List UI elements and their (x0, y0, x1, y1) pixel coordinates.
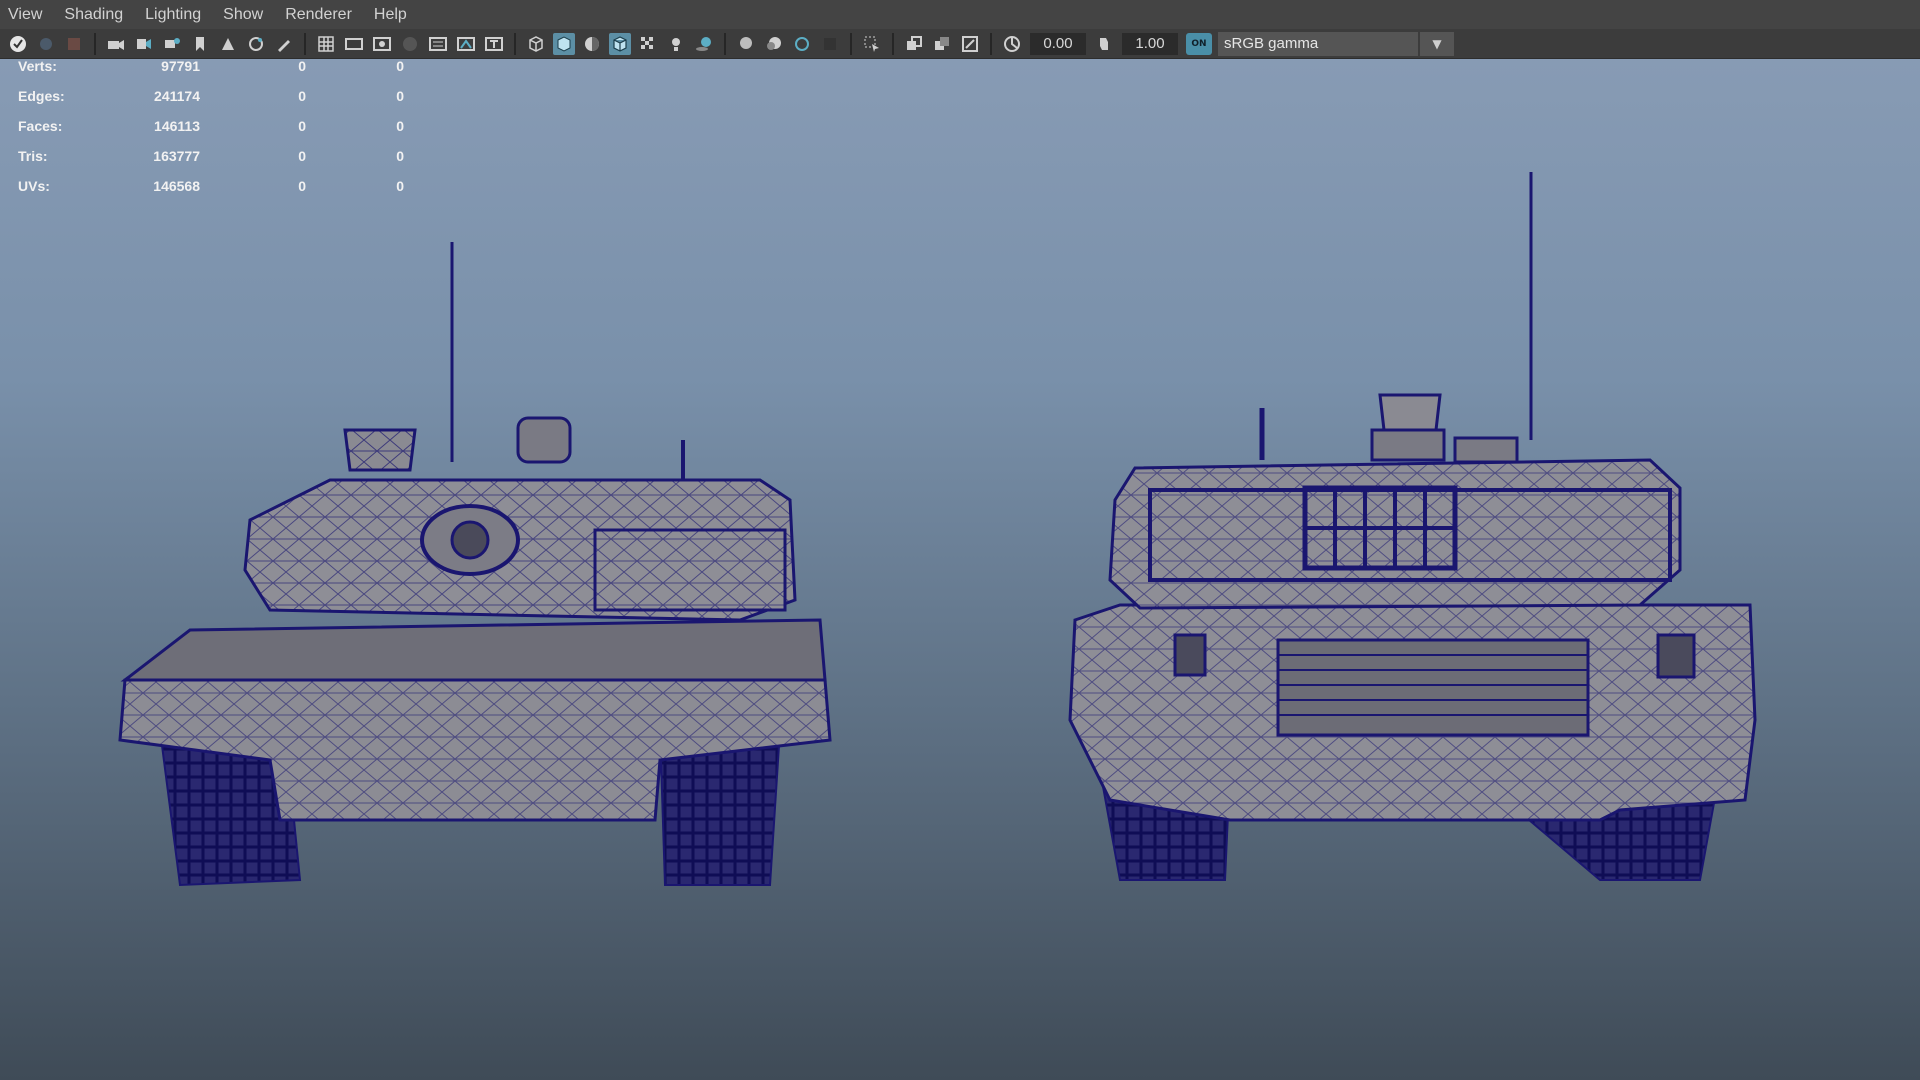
menu-renderer[interactable]: Renderer (285, 6, 352, 24)
tank-model-right[interactable] (1068, 172, 1757, 881)
lock-camera-icon[interactable] (35, 33, 57, 55)
anti-aliasing-icon[interactable] (791, 33, 813, 55)
brush-icon[interactable] (273, 33, 295, 55)
menu-help[interactable]: Help (374, 6, 407, 24)
hud-row: Verts: 97791 0 0 (18, 58, 404, 88)
toolbar-separator (304, 32, 306, 55)
toolbar-separator (850, 32, 852, 55)
gamma-field[interactable]: 1.00 (1122, 32, 1178, 55)
hud-value-selected: 0 (298, 88, 306, 104)
hud-value-component: 0 (396, 58, 404, 74)
hud-value-component: 0 (396, 88, 404, 104)
toolbar-separator (514, 32, 516, 55)
hud-value-selected: 0 (298, 58, 306, 74)
menu-shading[interactable]: Shading (64, 6, 123, 24)
poly-count-hud: Verts: 97791 0 0 Edges: 241174 0 0 Faces: 146113 0… (18, 58, 404, 208)
panel-menu-bar: View Shading Lighting Show Renderer Help (0, 0, 1920, 29)
hud-value-component: 0 (396, 118, 404, 134)
hud-value-total: 163777 (153, 148, 200, 164)
film-gate-icon[interactable] (343, 33, 365, 55)
field-chart-icon[interactable] (427, 33, 449, 55)
snapshot-icon[interactable] (217, 33, 239, 55)
safe-title-icon[interactable] (483, 33, 505, 55)
hud-row-label: UVs: (18, 178, 50, 194)
menu-view[interactable]: View (8, 6, 42, 24)
exposure-icon[interactable] (1001, 33, 1023, 55)
toolbar-separator (724, 32, 726, 55)
hud-row-label: Faces: (18, 118, 63, 134)
hud-value-component: 0 (396, 148, 404, 164)
default-material-icon[interactable] (581, 33, 603, 55)
image-plane-icon[interactable] (133, 33, 155, 55)
hud-value-total: 97791 (161, 58, 200, 74)
select-camera-icon[interactable] (7, 33, 29, 55)
xray-joints-icon[interactable] (959, 33, 981, 55)
isolate-select-icon[interactable] (861, 33, 883, 55)
gamma-icon[interactable] (1093, 33, 1115, 55)
hud-value-selected: 0 (298, 178, 306, 194)
gate-mask-icon[interactable] (399, 33, 421, 55)
color-management-toggle[interactable]: ON (1186, 32, 1212, 55)
toolbar-separator (990, 32, 992, 55)
xray-icon[interactable] (903, 33, 925, 55)
hud-value-total: 146568 (153, 178, 200, 194)
grease-pencil-icon[interactable] (189, 33, 211, 55)
tank-model-left[interactable] (118, 242, 832, 887)
hud-value-total: 241174 (154, 88, 200, 104)
hud-value-selected: 0 (298, 118, 306, 134)
hud-value-total: 146113 (154, 118, 200, 134)
grid-icon[interactable] (315, 33, 337, 55)
viewport-3d[interactable]: Verts: 97791 0 0 Edges: 241174 0 0 Faces: 146113 0… (0, 0, 1920, 1080)
hud-value-selected: 0 (298, 148, 306, 164)
hud-row-label: Verts: (18, 58, 57, 74)
bookmark-icon[interactable] (63, 33, 85, 55)
xray-active-components-icon[interactable] (931, 33, 953, 55)
chevron-down-icon[interactable]: ▼ (1420, 31, 1454, 56)
toolbar-separator (94, 32, 96, 55)
smooth-shade-icon[interactable] (553, 32, 575, 55)
view-transform-select[interactable]: sRGB gamma (1218, 31, 1418, 56)
resolution-gate-icon[interactable] (371, 33, 393, 55)
hud-row-label: Edges: (18, 88, 65, 104)
rotate-view-icon[interactable] (245, 33, 267, 55)
hud-value-component: 0 (396, 178, 404, 194)
motion-blur-icon[interactable] (763, 33, 785, 55)
shadows-icon[interactable] (693, 33, 715, 55)
screen-space-ao-icon[interactable] (735, 33, 757, 55)
wireframe-on-shaded-icon[interactable] (609, 32, 631, 55)
camera-attributes-icon[interactable] (105, 33, 127, 55)
depth-of-field-icon[interactable] (819, 33, 841, 55)
two-d-pan-zoom-icon[interactable] (161, 33, 183, 55)
exposure-field[interactable]: 0.00 (1030, 32, 1086, 55)
menu-lighting[interactable]: Lighting (145, 6, 201, 24)
hud-row-label: Tris: (18, 148, 48, 164)
wireframe-icon[interactable] (525, 33, 547, 55)
toolbar-separator (892, 32, 894, 55)
use-all-lights-icon[interactable] (665, 33, 687, 55)
hud-row: UVs: 146568 0 0 (18, 178, 404, 208)
textured-icon[interactable] (637, 33, 659, 55)
hud-row: Faces: 146113 0 0 (18, 118, 404, 148)
safe-action-icon[interactable] (455, 33, 477, 55)
hud-row: Tris: 163777 0 0 (18, 148, 404, 178)
hud-row: Edges: 241174 0 0 (18, 88, 404, 118)
menu-show[interactable]: Show (223, 6, 263, 24)
panel-toolbar: 0.00 1.00 ON sRGB gamma ▼ (0, 29, 1920, 59)
